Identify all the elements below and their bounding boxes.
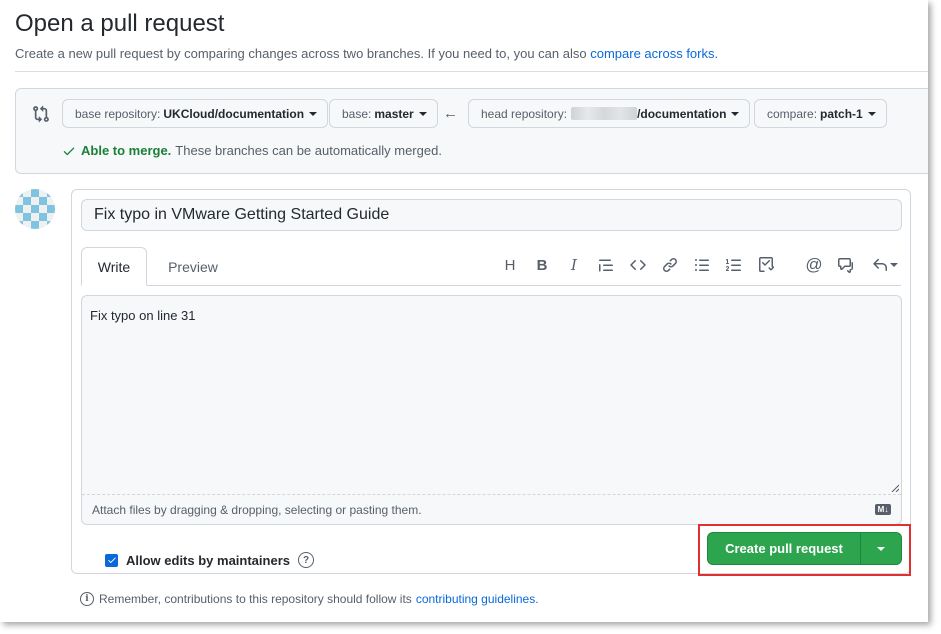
tab-write[interactable]: Write	[81, 247, 147, 286]
resize-handle-icon[interactable]	[891, 484, 899, 492]
base-repository-label: base repository:	[75, 106, 161, 121]
merge-status: Able to merge. These branches can be aut…	[62, 143, 442, 158]
avatar[interactable]	[15, 189, 55, 229]
git-compare-icon	[33, 105, 49, 123]
info-icon: i	[80, 592, 94, 606]
attach-files-text: Attach files by dragging & dropping, sel…	[92, 502, 422, 517]
pull-request-form: Fix typo in VMware Getting Started Guide…	[71, 189, 911, 574]
code-icon[interactable]	[627, 254, 649, 276]
create-pull-request-button-group[interactable]: Create pull request	[707, 532, 902, 565]
heading-icon[interactable]: H	[499, 254, 521, 276]
merge-status-message: These branches can be automatically merg…	[175, 143, 442, 158]
ordered-list-icon[interactable]	[723, 254, 745, 276]
chevron-down-icon	[309, 111, 318, 116]
base-branch-label: base:	[342, 106, 372, 121]
markdown-icon[interactable]: M↓	[875, 504, 891, 515]
arrow-left-icon: ←	[443, 105, 458, 122]
divider	[15, 71, 928, 72]
check-icon	[107, 557, 116, 563]
compare-across-forks-link[interactable]: compare across forks.	[590, 46, 718, 61]
base-repository-select[interactable]: base repository: UKCloud/documentation	[62, 99, 329, 128]
page-subtitle: Create a new pull request by comparing c…	[15, 46, 718, 61]
chevron-down-icon	[890, 263, 898, 267]
help-icon[interactable]: ?	[298, 552, 314, 568]
mention-icon[interactable]: @	[803, 254, 825, 276]
base-branch-select[interactable]: base: master	[329, 99, 438, 128]
chevron-down-icon	[731, 111, 740, 116]
page-title: Open a pull request	[15, 10, 225, 37]
head-repository-select[interactable]: head repository: /documentation	[468, 99, 751, 128]
tab-preview[interactable]: Preview	[156, 247, 230, 286]
allow-edits-label: Allow edits by maintainers	[126, 552, 290, 568]
chevron-down-icon	[418, 111, 427, 116]
pr-title-input[interactable]: Fix typo in VMware Getting Started Guide	[81, 199, 902, 231]
create-pull-request-button[interactable]: Create pull request	[708, 533, 861, 564]
task-list-icon[interactable]	[755, 254, 777, 276]
head-repository-value: /documentation	[637, 106, 727, 121]
contributing-note: i Remember, contributions to this reposi…	[80, 592, 539, 606]
chevron-down-icon	[877, 546, 885, 551]
tabs-divider	[81, 285, 901, 286]
merge-status-label: Able to merge.	[81, 143, 172, 158]
redacted-owner	[571, 107, 638, 120]
base-branch-value: master	[374, 106, 414, 121]
attach-files-bar[interactable]: Attach files by dragging & dropping, sel…	[82, 494, 901, 524]
bold-icon[interactable]: B	[531, 254, 553, 276]
compare-branch-select[interactable]: compare: patch-1	[754, 99, 887, 128]
pull-request-page: Open a pull request Create a new pull re…	[0, 0, 928, 622]
unordered-list-icon[interactable]	[691, 254, 713, 276]
cross-reference-icon[interactable]	[835, 254, 857, 276]
quote-icon[interactable]	[595, 254, 617, 276]
chevron-down-icon	[867, 111, 876, 116]
identicon-icon	[15, 189, 55, 229]
allow-edits-option[interactable]: Allow edits by maintainers ?	[105, 552, 314, 568]
pr-body-text[interactable]: Fix typo on line 31	[90, 308, 196, 323]
contributing-guidelines-link[interactable]: contributing guidelines.	[416, 592, 539, 606]
head-repository-label: head repository:	[481, 106, 568, 121]
subtitle-text: Create a new pull request by comparing c…	[15, 46, 587, 61]
reply-icon[interactable]	[869, 254, 901, 276]
pr-body-textarea[interactable]: Fix typo on line 31 Attach files by drag…	[81, 295, 902, 525]
branch-compare-box: base repository: UKCloud/documentation b…	[15, 88, 928, 174]
create-options-dropdown[interactable]	[861, 533, 901, 564]
contributing-note-text: Remember, contributions to this reposito…	[99, 592, 412, 606]
compare-branch-value: patch-1	[820, 106, 863, 121]
check-icon	[63, 147, 75, 155]
allow-edits-checkbox[interactable]	[105, 553, 118, 567]
link-icon[interactable]	[659, 254, 681, 276]
base-repository-value: UKCloud/documentation	[163, 106, 305, 121]
italic-icon[interactable]: I	[563, 254, 585, 276]
compare-branch-label: compare:	[767, 106, 818, 121]
